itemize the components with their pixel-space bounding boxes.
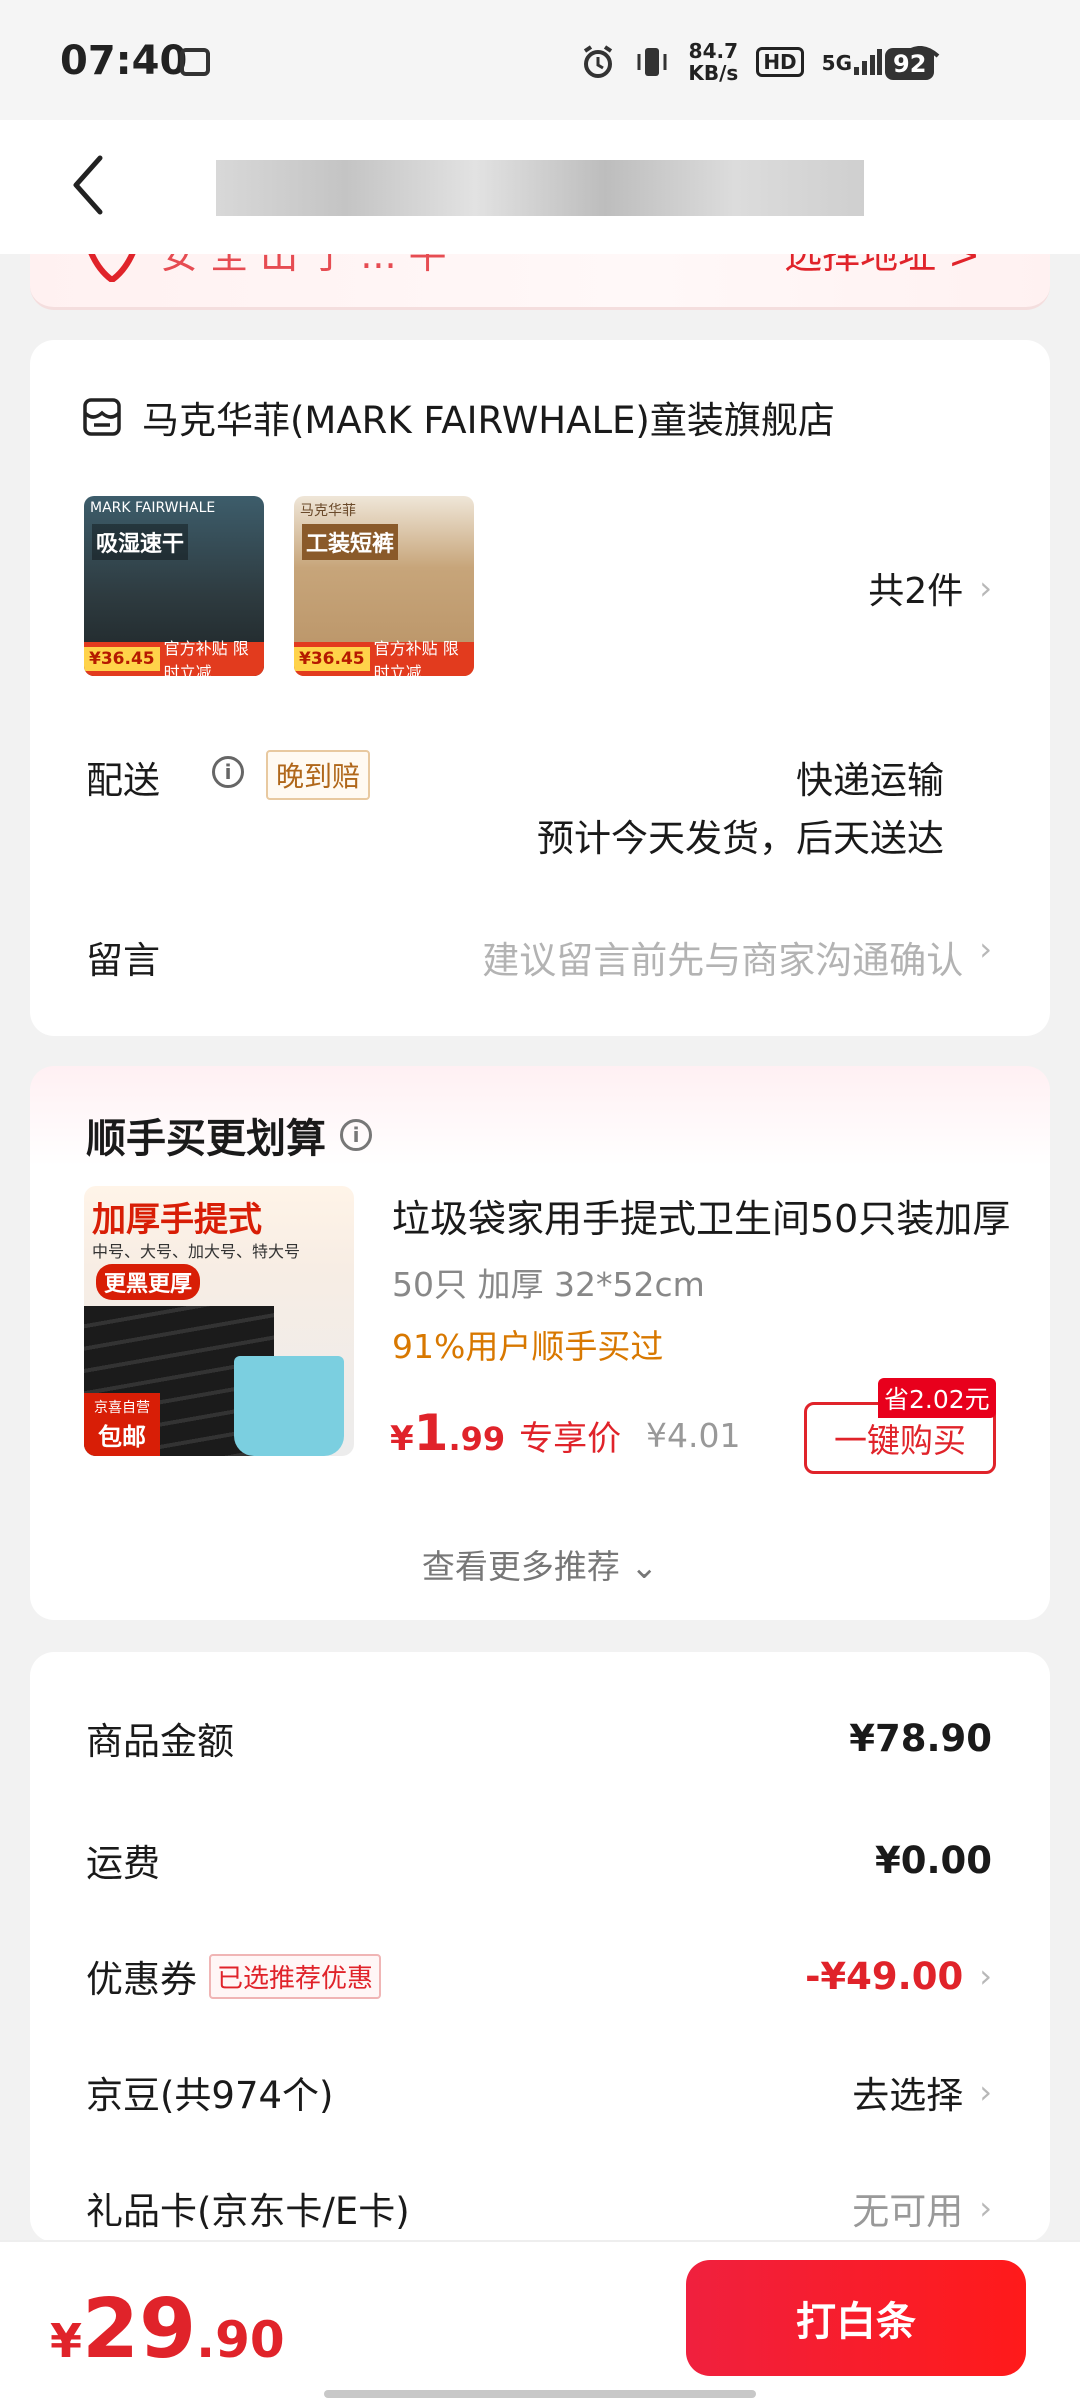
- delivery-label: 配送: [86, 759, 160, 802]
- chevron-right-icon: ›: [979, 2189, 992, 2227]
- alarm-icon: [584, 45, 613, 78]
- shop-name: 马克华菲(MARK FAIRWHALE)童装旗舰店: [142, 399, 835, 442]
- purchase-stat: 91%用户顺手买过: [392, 1327, 664, 1366]
- info-icon[interactable]: i: [212, 756, 244, 788]
- store-icon: [83, 398, 121, 436]
- status-bar: 07:40 84.7 KB/s HD 5G 92: [0, 0, 1080, 120]
- gift-card-row[interactable]: 礼品卡(京东卡/E卡) 无可用 ›: [86, 2178, 992, 2238]
- nav-bar: [0, 120, 1080, 254]
- network-speed: 84.7 KB/s: [688, 39, 739, 85]
- recommended-product-spec: 50只 加厚 32*52cm: [392, 1265, 705, 1304]
- free-shipping-tag: 京喜自营 包邮: [84, 1393, 160, 1456]
- order-summary-card: 商品金额 ¥78.90 运费 ¥0.00 优惠券 已选推荐优惠 -¥49.00 …: [30, 1652, 1050, 2242]
- recommendation-title: 顺手买更划算 i: [86, 1106, 372, 1164]
- home-indicator[interactable]: [324, 2390, 756, 2398]
- original-price: ¥4.01: [646, 1416, 741, 1455]
- thumbnail-price-strip: ¥36.45 官方补贴 限时立减: [294, 639, 474, 676]
- recommendation-card: 顺手买更划算 i 加厚手提式 中号、大号、加大号、特大号 更黑更厚 京喜自营 包邮…: [30, 1066, 1050, 1620]
- goods-amount-row: 商品金额 ¥78.90: [86, 1716, 992, 1764]
- savings-badge: 省2.02元: [878, 1378, 996, 1418]
- delivery-method: 快递运输: [796, 759, 944, 802]
- battery-indicator: 92: [885, 48, 935, 80]
- hd-icon: HD: [756, 47, 804, 77]
- back-button[interactable]: [58, 150, 118, 220]
- message-input[interactable]: 建议留言前先与商家沟通确认 ›: [482, 930, 992, 984]
- chevron-right-icon: ›: [979, 569, 992, 607]
- jd-beans-row[interactable]: 京豆(共974个) 去选择 ›: [86, 2062, 992, 2122]
- chevron-left-icon: [73, 155, 103, 215]
- late-compensation-badge: 晚到赔: [266, 750, 371, 800]
- total-price: ¥ 29 .90: [50, 2282, 285, 2377]
- gift-card-status: 无可用: [852, 2190, 964, 2233]
- chevron-right-icon: ›: [979, 1957, 992, 1995]
- signal-5g-icon: 5G: [822, 49, 882, 75]
- product-thumbnail-1[interactable]: MARK FAIRWHALE 吸湿速干 ¥36.45 官方补贴 限时立减: [84, 496, 264, 676]
- pay-baitiao-button[interactable]: 打白条: [686, 2260, 1026, 2376]
- chevron-right-icon: ›: [979, 2073, 992, 2111]
- status-time: 07:40: [60, 38, 188, 84]
- info-icon[interactable]: i: [340, 1119, 372, 1151]
- jd-beans-action: 去选择: [852, 2074, 964, 2117]
- chevron-right-icon: ›: [979, 930, 992, 968]
- thumbnail-label: 吸湿速干: [92, 524, 189, 560]
- shop-header[interactable]: 马克华菲(MARK FAIRWHALE)童装旗舰店: [82, 390, 835, 444]
- checkout-bar: ¥ 29 .90 打白条: [0, 2240, 1080, 2408]
- notification-icon: [180, 48, 210, 76]
- coupon-amount: -¥49.00: [805, 1954, 964, 1998]
- thumbnail-price-strip: ¥36.45 官方补贴 限时立减: [84, 639, 264, 676]
- product-thumbnail-2[interactable]: 马克华菲 工装短裤 ¥36.45 官方补贴 限时立减: [294, 496, 474, 676]
- coupon-badge: 已选推荐优惠: [209, 1953, 382, 1999]
- recommended-price: ¥ 1 .99 专享价: [390, 1404, 622, 1462]
- shop-card: 马克华菲(MARK FAIRWHALE)童装旗舰店 MARK FAIRWHALE…: [30, 340, 1050, 1036]
- more-recommendations-link[interactable]: 查看更多推荐 ⌄: [30, 1540, 1050, 1588]
- message-label: 留言: [86, 939, 160, 982]
- coupon-row[interactable]: 优惠券 已选推荐优惠 -¥49.00 ›: [86, 1946, 992, 2006]
- delivery-eta: 预计今天发货，后天送达: [537, 817, 944, 860]
- shipping-fee: ¥0.00: [874, 1838, 992, 1882]
- goods-amount: ¥78.90: [849, 1716, 992, 1760]
- thumbnail-label: 工装短裤: [302, 524, 399, 560]
- vibrate-icon: [637, 48, 667, 76]
- trash-bin-graphic: [234, 1356, 344, 1456]
- recommended-product-name[interactable]: 垃圾袋家用手提式卫生间50只装加厚: [392, 1188, 1012, 1243]
- page-title-blurred: [216, 160, 864, 216]
- shipping-row: 运费 ¥0.00: [86, 1838, 992, 1886]
- recommended-product-image[interactable]: 加厚手提式 中号、大号、加大号、特大号 更黑更厚 京喜自营 包邮: [84, 1186, 354, 1456]
- item-count-link[interactable]: 共2件 ›: [868, 562, 992, 614]
